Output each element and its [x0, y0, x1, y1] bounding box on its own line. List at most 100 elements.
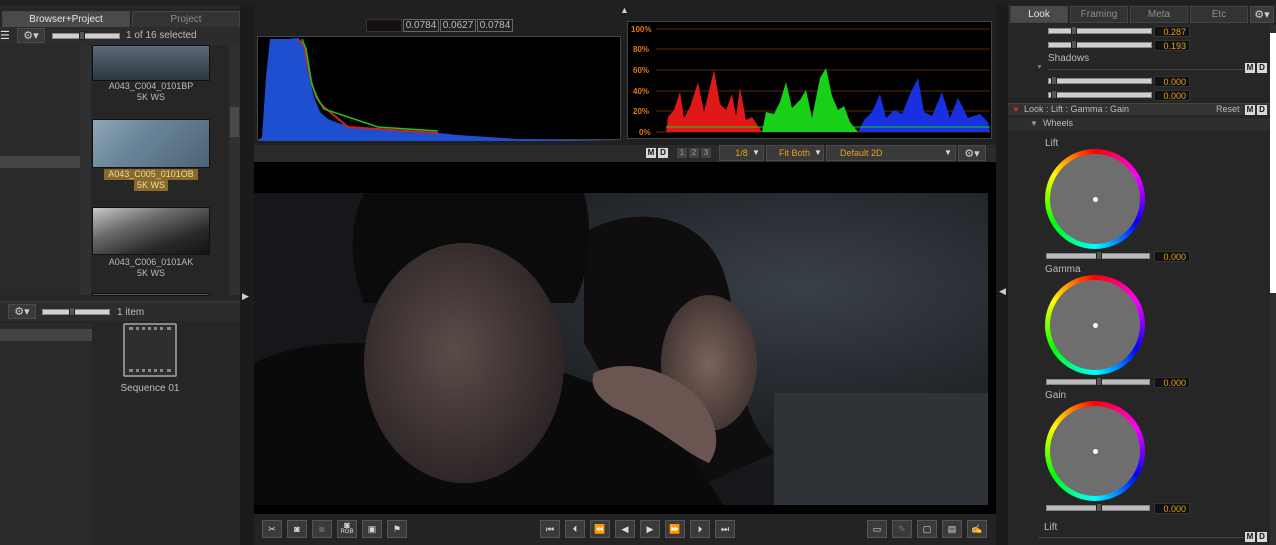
clip-thumbnail-selected[interactable] — [92, 119, 210, 168]
lift-value[interactable]: 0.000 — [1154, 251, 1190, 262]
monitor-icon[interactable]: ▭ — [867, 520, 887, 538]
shadows-value-1[interactable]: 0.000 — [1154, 76, 1190, 87]
rewind-icon[interactable]: ⏪ — [590, 520, 610, 538]
export-icon[interactable]: ▣ — [362, 520, 382, 538]
tab-browser-project[interactable]: Browser+Project — [2, 11, 130, 28]
lift-wheel[interactable] — [1045, 149, 1145, 249]
skip-end-icon[interactable]: ⏭ — [715, 520, 735, 538]
waveform-blue — [858, 78, 990, 132]
gain-value[interactable]: 0.000 — [1154, 503, 1190, 514]
gain-label: Gain — [1045, 390, 1067, 401]
clip-name: A043_C004_0101BP — [108, 81, 194, 91]
camera-disabled-icon[interactable]: ◙ — [312, 520, 332, 538]
project-toolbar: ⚙▾ 1 item — [0, 301, 240, 321]
viewer-md-d[interactable]: D — [658, 148, 668, 158]
gamma-wheel[interactable] — [1045, 275, 1145, 375]
skip-start-icon[interactable]: ⏮ — [540, 520, 560, 538]
project-settings-button[interactable]: ⚙▾ — [8, 304, 36, 319]
pen-icon[interactable]: ✎ — [892, 520, 912, 538]
edit-icon[interactable]: ✍ — [967, 520, 987, 538]
scopes-area: ▲ 0.0784 0.0627 0.0784 100% 80% 60% 40% … — [254, 5, 996, 145]
section-header[interactable]: ▼ Look : Lift : Gamma : Gain Reset M D — [1008, 103, 1276, 115]
clip-name: A043_C006_0101AK — [108, 257, 194, 267]
play-icon[interactable]: ▶ — [640, 520, 660, 538]
top-slider-2[interactable] — [1048, 40, 1152, 49]
look-settings-button[interactable]: ⚙▾ — [1250, 6, 1274, 23]
look-scrollbar[interactable] — [1270, 25, 1276, 545]
gamma-value[interactable]: 0.000 — [1154, 377, 1190, 388]
browser-scrollbar[interactable] — [229, 45, 240, 295]
shadows-divider — [1048, 69, 1244, 70]
clip-format: 5K WS — [136, 268, 165, 278]
gamma-slider[interactable] — [1046, 377, 1150, 386]
look-preset-dropdown-icon[interactable]: ▼ — [944, 148, 952, 157]
waveform-green — [762, 68, 858, 132]
tab-framing[interactable]: Framing — [1070, 6, 1128, 23]
lower-md-d[interactable]: D — [1257, 532, 1267, 542]
look-preset-select[interactable]: Default 2D — [826, 145, 956, 161]
pixel-value-b: 0.0784 — [477, 19, 513, 32]
section-collapse-icon[interactable]: ▼ — [1012, 105, 1020, 114]
collapse-right-icon[interactable]: ◀ — [999, 286, 1006, 297]
rgb-camera-icon[interactable]: ◙ RGB — [337, 520, 357, 538]
viewer-md-m[interactable]: M — [646, 148, 656, 158]
resolution-dropdown-icon[interactable]: ▼ — [752, 148, 760, 157]
wheels-collapse-icon[interactable]: ▼ — [1030, 119, 1038, 128]
frame-icon[interactable]: ▢ — [917, 520, 937, 538]
collapse-scopes-icon[interactable]: ▲ — [620, 5, 629, 15]
browser-settings-button[interactable]: ⚙▾ — [17, 28, 45, 43]
tab-project[interactable]: Project — [132, 11, 240, 28]
list-view-icon[interactable]: ☰ — [0, 30, 12, 42]
top-value-2[interactable]: 0.193 — [1154, 40, 1190, 51]
sequence-icon[interactable] — [123, 323, 177, 377]
section-md-d[interactable]: D — [1257, 105, 1267, 115]
tab-meta[interactable]: Meta — [1130, 6, 1188, 23]
shadows-label: Shadows — [1048, 53, 1090, 64]
next-mark-icon[interactable]: ⏵ — [690, 520, 710, 538]
fit-dropdown-icon[interactable]: ▼ — [814, 148, 822, 157]
look-panel: Look Framing Meta Etc ⚙▾ 0.287 0.193 Sha… — [1008, 5, 1276, 545]
clip-thumbnail[interactable] — [92, 207, 210, 255]
bin-row-selected[interactable] — [0, 156, 80, 168]
shadows-value-2[interactable]: 0.000 — [1154, 90, 1190, 101]
clip-thumbnail-partial[interactable] — [92, 293, 210, 296]
clip-icon[interactable]: ✂ — [262, 520, 282, 538]
flag-icon[interactable]: ⚑ — [387, 520, 407, 538]
layout-button-1[interactable]: 1 — [677, 148, 687, 158]
lift-slider[interactable] — [1046, 251, 1150, 260]
step-back-icon[interactable]: ◀ — [615, 520, 635, 538]
tab-look[interactable]: Look — [1010, 6, 1068, 23]
layout-button-2[interactable]: 2 — [689, 148, 699, 158]
fast-forward-icon[interactable]: ⏩ — [665, 520, 685, 538]
gain-slider[interactable] — [1046, 503, 1150, 512]
collapse-left-icon[interactable]: ▶ — [242, 291, 249, 302]
viewer-settings-button[interactable]: ⚙▾ — [958, 145, 986, 161]
shadows-md-d[interactable]: D — [1257, 63, 1267, 73]
thumbnail-size-slider[interactable] — [52, 31, 120, 40]
shadows-md-m[interactable]: M — [1245, 63, 1255, 73]
top-slider-1[interactable] — [1048, 26, 1152, 35]
wheels-header[interactable]: ▼ Wheels — [1008, 118, 1276, 130]
shadows-slider-1[interactable] — [1048, 76, 1152, 85]
sequence-name: Sequence 01 — [120, 383, 180, 394]
top-value-1[interactable]: 0.287 — [1154, 26, 1190, 37]
project-thumbnail-slider[interactable] — [42, 307, 110, 316]
viewer-canvas[interactable] — [254, 162, 996, 514]
waveform: 100% 80% 60% 40% 20% 0% — [627, 21, 992, 139]
bin-splitter[interactable] — [80, 45, 91, 295]
film-icon[interactable]: ▤ — [942, 520, 962, 538]
shadows-collapse-icon[interactable]: ▼ — [1036, 64, 1043, 71]
prev-mark-icon[interactable]: ⏴ — [565, 520, 585, 538]
pixel-swatch — [366, 19, 402, 32]
project-bin-row[interactable] — [0, 329, 92, 341]
clip-format: 5K WS — [136, 92, 165, 102]
gain-wheel[interactable] — [1045, 401, 1145, 501]
layout-button-3[interactable]: 3 — [701, 148, 711, 158]
section-md-m[interactable]: M — [1245, 105, 1255, 115]
reset-button[interactable]: Reset — [1216, 104, 1240, 114]
camera-icon[interactable]: ◙ — [287, 520, 307, 538]
lower-md-m[interactable]: M — [1245, 532, 1255, 542]
clip-thumbnail[interactable] — [92, 45, 210, 81]
shadows-slider-2[interactable] — [1048, 90, 1152, 99]
tab-etc[interactable]: Etc — [1190, 6, 1248, 23]
